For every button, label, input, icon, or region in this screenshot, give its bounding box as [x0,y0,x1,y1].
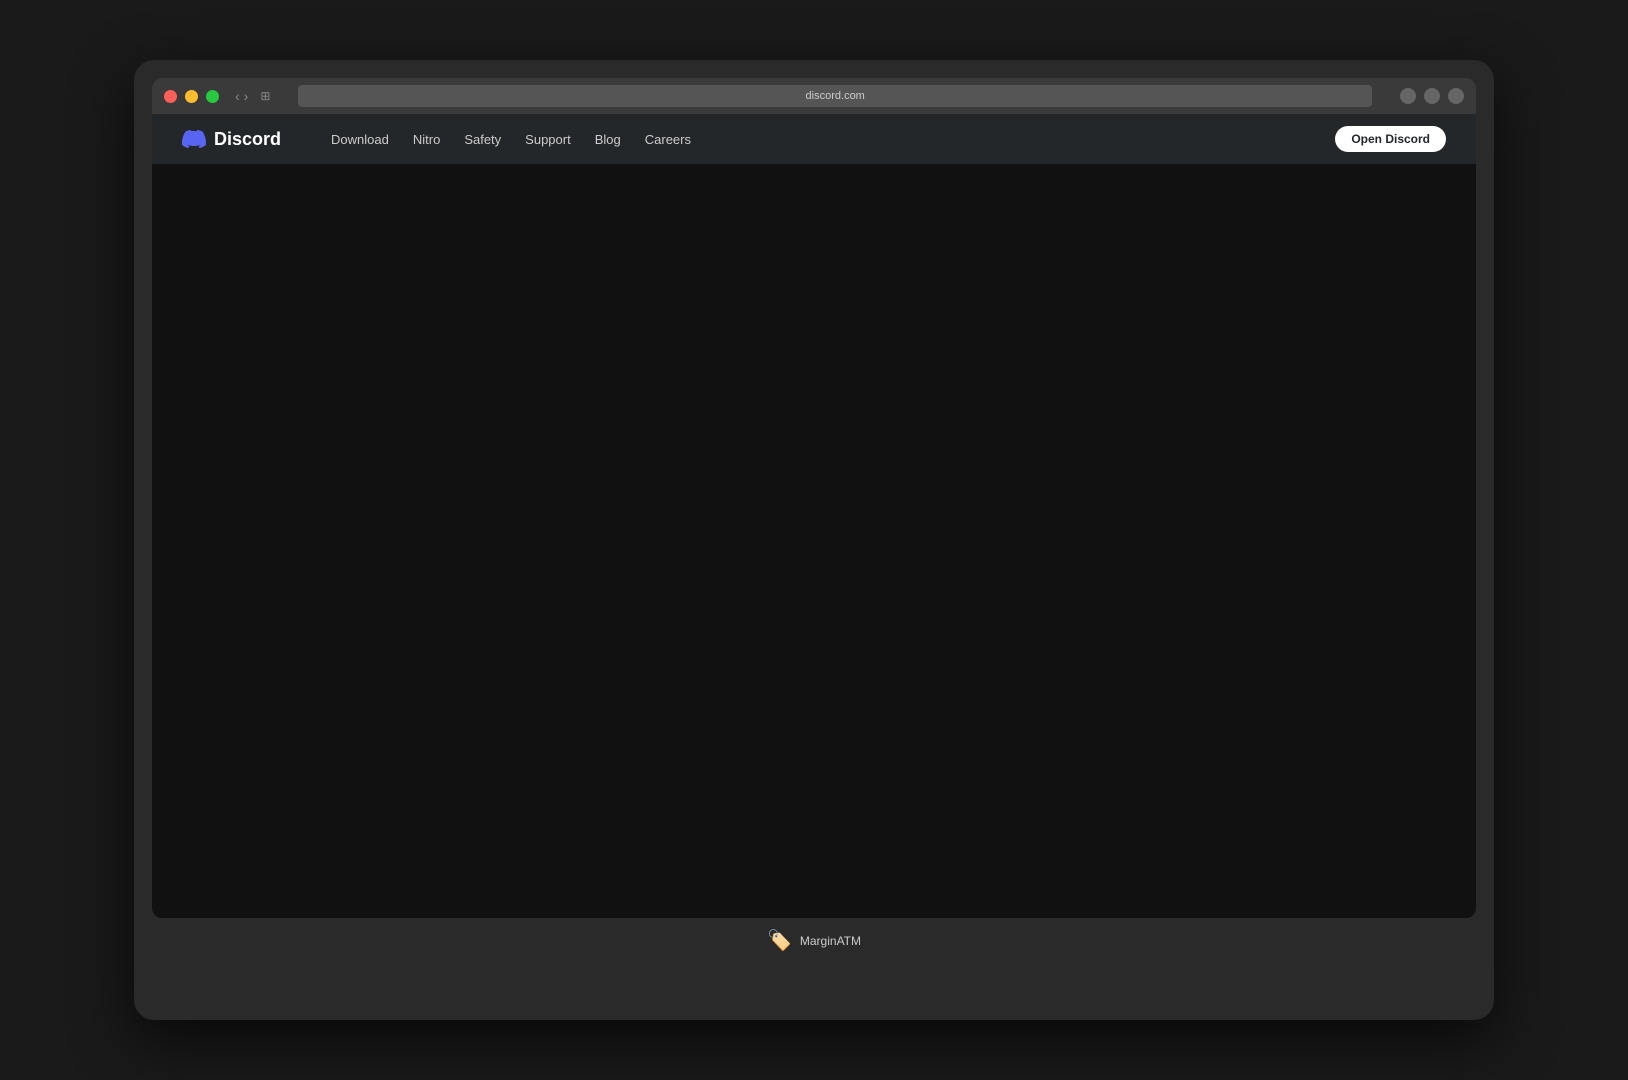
mac-minimize-btn[interactable] [185,90,198,103]
taskbar-label: MarginATM [800,934,861,948]
website-content: Discord Download Nitro Safety Support Bl… [152,114,1476,164]
address-bar[interactable]: discord.com [298,85,1372,107]
open-discord-button[interactable]: Open Discord [1335,126,1446,152]
browser-controls [1400,88,1464,104]
browser-icon-3 [1448,88,1464,104]
nav-support[interactable]: Support [525,132,571,147]
laptop-bottom: 🏷️ MarginATM [152,918,1476,998]
mac-topbar: ‹ › ⊞ discord.com [152,78,1476,114]
nav-links: Download Nitro Safety Support Blog Caree… [331,132,691,147]
nav-nitro[interactable]: Nitro [413,132,440,147]
nav-safety[interactable]: Safety [464,132,501,147]
grid-icon: ⊞ [260,89,270,103]
screen-bezel: ‹ › ⊞ discord.com Discord [152,78,1476,918]
address-text: discord.com [806,90,865,102]
mac-close-btn[interactable] [164,90,177,103]
nav-careers[interactable]: Careers [645,132,691,147]
laptop-shell: ‹ › ⊞ discord.com Discord [134,60,1494,1020]
discord-logo: Discord [182,127,281,151]
taskbar-icon: 🏷️ [767,928,792,953]
discord-logo-text: Discord [214,129,281,150]
back-arrow[interactable]: ‹ [235,88,240,104]
browser-icon-1 [1400,88,1416,104]
mac-maximize-btn[interactable] [206,90,219,103]
nav-download[interactable]: Download [331,132,389,147]
discord-navbar: Discord Download Nitro Safety Support Bl… [152,114,1476,164]
nav-arrows: ‹ › [235,88,248,104]
nav-blog[interactable]: Blog [595,132,621,147]
forward-arrow[interactable]: › [244,88,249,104]
browser-icon-2 [1424,88,1440,104]
